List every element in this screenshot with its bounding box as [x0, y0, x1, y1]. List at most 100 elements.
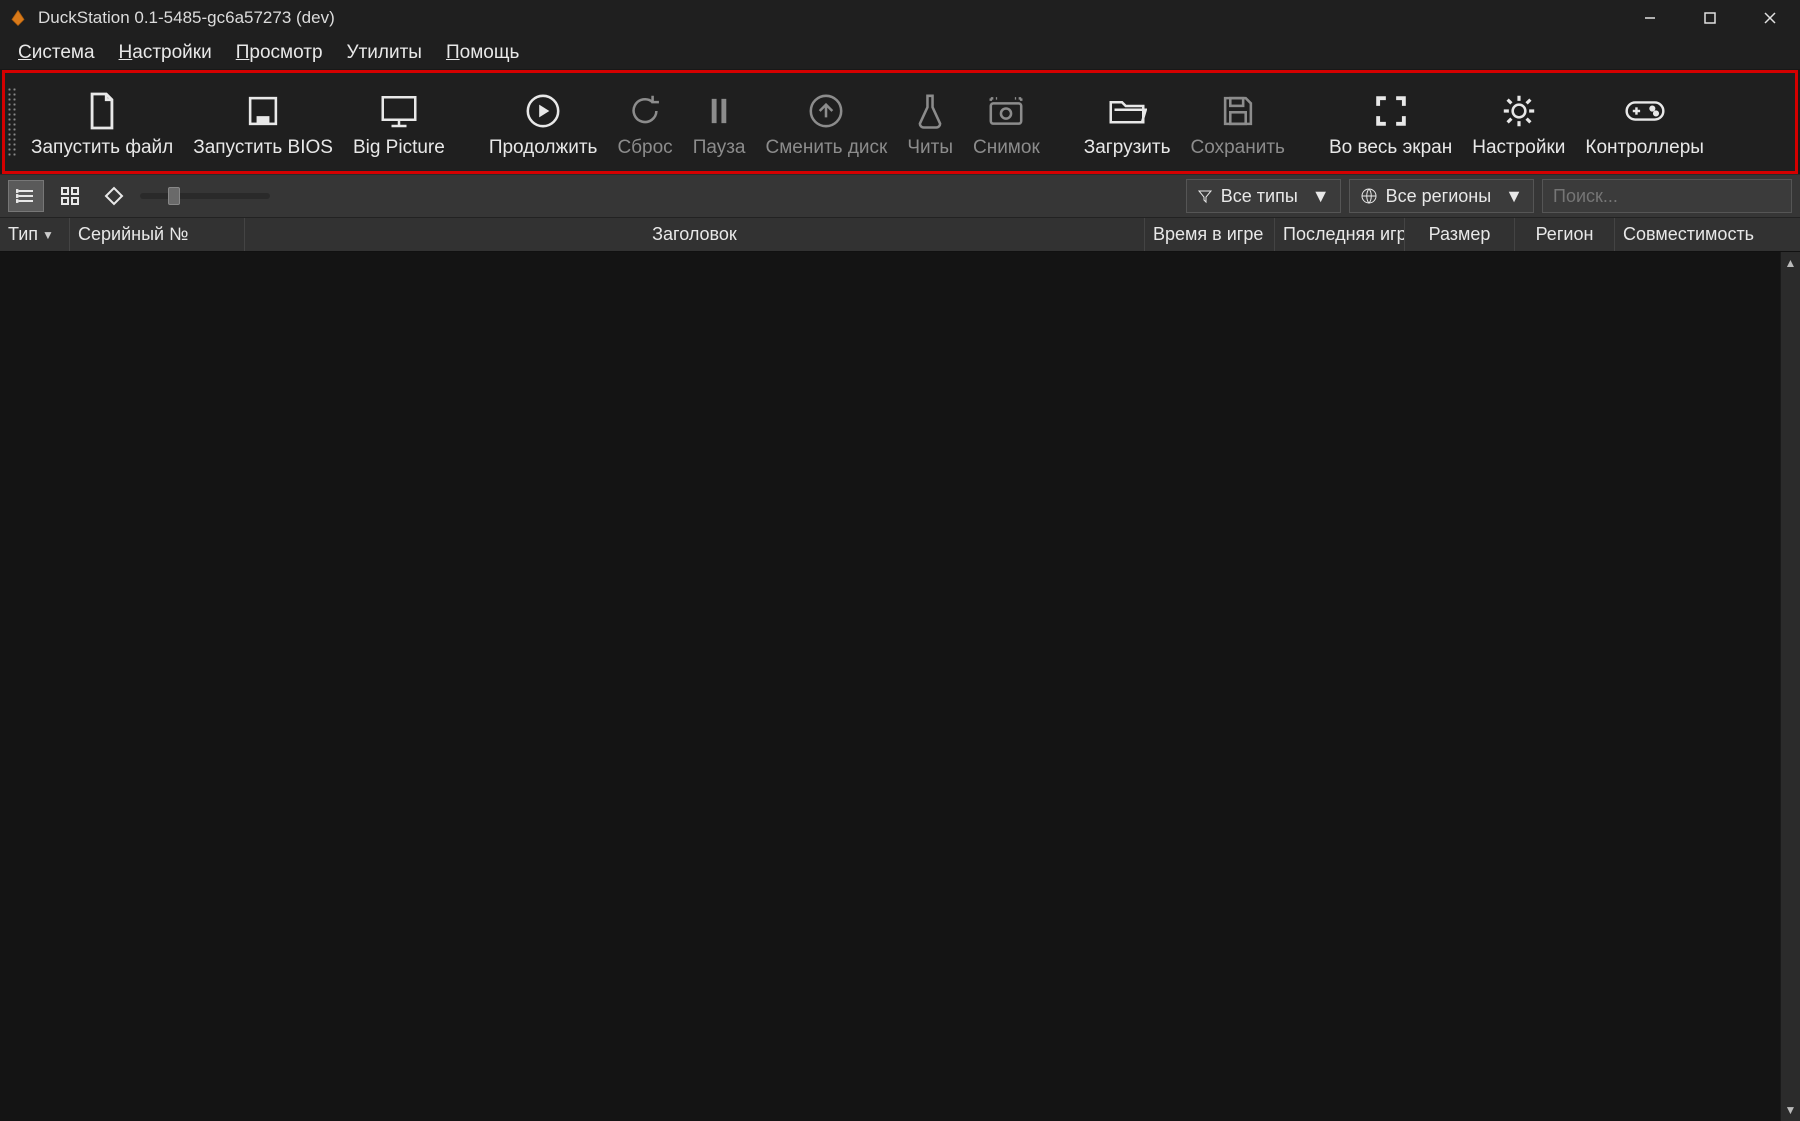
search-input[interactable] — [1542, 179, 1792, 213]
screenshot-label: Снимок — [973, 137, 1040, 159]
menu-settings-label: астройки — [132, 42, 211, 63]
change-disc-label: Сменить диск — [765, 137, 887, 159]
filter-icon — [1197, 188, 1213, 204]
controllers-button[interactable]: Контроллеры — [1575, 73, 1714, 171]
fullscreen-button[interactable]: Во весь экран — [1319, 73, 1462, 171]
gamepad-icon — [1623, 87, 1667, 135]
sort-caret-icon: ▼ — [42, 228, 54, 242]
globe-icon — [1360, 187, 1378, 205]
resume-label: Продолжить — [489, 137, 598, 159]
camera-icon — [987, 87, 1025, 135]
menu-help-label: омощь — [460, 42, 520, 63]
filter-bar: Все типы ▼ Все регионы ▼ — [0, 174, 1800, 218]
maximize-button[interactable] — [1680, 0, 1740, 36]
grid-view-button[interactable] — [52, 180, 88, 212]
reset-button[interactable]: Сброс — [607, 73, 682, 171]
bios-icon — [245, 87, 281, 135]
menu-system[interactable]: Система — [8, 38, 105, 68]
minimize-button[interactable] — [1620, 0, 1680, 36]
start-bios-button[interactable]: Запустить BIOS — [183, 73, 343, 171]
col-serial[interactable]: Серийный № — [70, 218, 245, 251]
chevron-down-icon: ▼ — [1505, 186, 1523, 207]
menu-help[interactable]: Помощь — [436, 38, 529, 68]
tag-view-button[interactable] — [96, 180, 132, 212]
close-button[interactable] — [1740, 0, 1800, 36]
type-filter-label: Все типы — [1221, 186, 1298, 207]
flask-icon — [913, 87, 947, 135]
start-bios-label: Запустить BIOS — [193, 137, 333, 159]
change-disc-button[interactable]: Сменить диск — [755, 73, 897, 171]
file-icon — [85, 87, 119, 135]
disc-swap-icon — [807, 87, 845, 135]
col-time-label: Время в игре — [1153, 224, 1263, 245]
scroll-up-icon[interactable]: ▲ — [1781, 252, 1800, 274]
pause-label: Пауза — [693, 137, 746, 159]
save-icon — [1220, 87, 1256, 135]
col-title-label: Заголовок — [652, 224, 737, 245]
menu-utilities-label: Утилиты — [347, 42, 422, 63]
main-toolbar: Запустить файл Запустить BIOS Big Pictur… — [2, 70, 1798, 174]
col-compat[interactable]: Совместимость — [1615, 218, 1780, 251]
scroll-down-icon[interactable]: ▼ — [1781, 1099, 1800, 1121]
toolbar-grip[interactable] — [7, 87, 17, 157]
col-time-played[interactable]: Время в игре — [1145, 218, 1275, 251]
save-state-label: Сохранить — [1191, 137, 1285, 159]
cheats-label: Читы — [907, 137, 953, 159]
controllers-label: Контроллеры — [1585, 137, 1704, 159]
chevron-down-icon: ▼ — [1312, 186, 1330, 207]
menu-settings[interactable]: Настройки — [109, 38, 222, 68]
col-last-played[interactable]: Последняя игр — [1275, 218, 1405, 251]
play-circle-icon — [524, 87, 562, 135]
region-filter-combo[interactable]: Все регионы ▼ — [1349, 179, 1534, 213]
menu-system-label: истема — [32, 42, 95, 63]
titlebar: DuckStation 0.1-5485-gc6a57273 (dev) — [0, 0, 1800, 36]
start-file-button[interactable]: Запустить файл — [21, 73, 183, 171]
fullscreen-icon — [1373, 87, 1409, 135]
game-table-header: Тип ▼ Серийный № Заголовок Время в игре … — [0, 218, 1800, 252]
scroll-gutter — [1780, 218, 1800, 251]
menu-view[interactable]: Просмотр — [226, 38, 333, 68]
window-title: DuckStation 0.1-5485-gc6a57273 (dev) — [38, 8, 335, 28]
load-state-label: Загрузить — [1084, 137, 1171, 159]
big-picture-button[interactable]: Big Picture — [343, 73, 455, 171]
col-size-label: Размер — [1429, 224, 1491, 245]
refresh-icon — [626, 87, 664, 135]
game-list: ▲ ▼ — [0, 252, 1800, 1121]
monitor-icon — [379, 87, 419, 135]
list-view-button[interactable] — [8, 180, 44, 212]
app-icon — [8, 8, 28, 28]
gear-icon — [1500, 87, 1538, 135]
reset-label: Сброс — [617, 137, 672, 159]
window-controls — [1620, 0, 1800, 36]
vertical-scrollbar[interactable]: ▲ ▼ — [1780, 252, 1800, 1121]
fullscreen-label: Во весь экран — [1329, 137, 1452, 159]
resume-button[interactable]: Продолжить — [479, 73, 608, 171]
save-state-button[interactable]: Сохранить — [1181, 73, 1295, 171]
col-title[interactable]: Заголовок — [245, 218, 1145, 251]
folder-open-icon — [1107, 87, 1147, 135]
menubar: Система Настройки Просмотр Утилиты Помощ… — [0, 36, 1800, 70]
start-file-label: Запустить файл — [31, 137, 173, 159]
col-region-label: Регион — [1536, 224, 1594, 245]
cheats-button[interactable]: Читы — [897, 73, 963, 171]
col-last-label: Последняя игр — [1283, 224, 1405, 245]
pause-button[interactable]: Пауза — [683, 73, 756, 171]
col-size[interactable]: Размер — [1405, 218, 1515, 251]
region-filter-label: Все регионы — [1386, 186, 1492, 207]
load-state-button[interactable]: Загрузить — [1074, 73, 1181, 171]
col-type-label: Тип — [8, 224, 38, 245]
zoom-slider-thumb[interactable] — [168, 187, 180, 205]
screenshot-button[interactable]: Снимок — [963, 73, 1050, 171]
pause-icon — [704, 87, 734, 135]
menu-view-label: росмотр — [249, 42, 322, 63]
col-serial-label: Серийный № — [78, 224, 188, 245]
zoom-slider[interactable] — [140, 193, 270, 199]
type-filter-combo[interactable]: Все типы ▼ — [1186, 179, 1341, 213]
settings-button[interactable]: Настройки — [1462, 73, 1575, 171]
col-type[interactable]: Тип ▼ — [0, 218, 70, 251]
menu-utilities[interactable]: Утилиты — [337, 38, 432, 68]
settings-label: Настройки — [1472, 137, 1565, 159]
col-compat-label: Совместимость — [1623, 224, 1754, 245]
col-region[interactable]: Регион — [1515, 218, 1615, 251]
big-picture-label: Big Picture — [353, 137, 445, 159]
